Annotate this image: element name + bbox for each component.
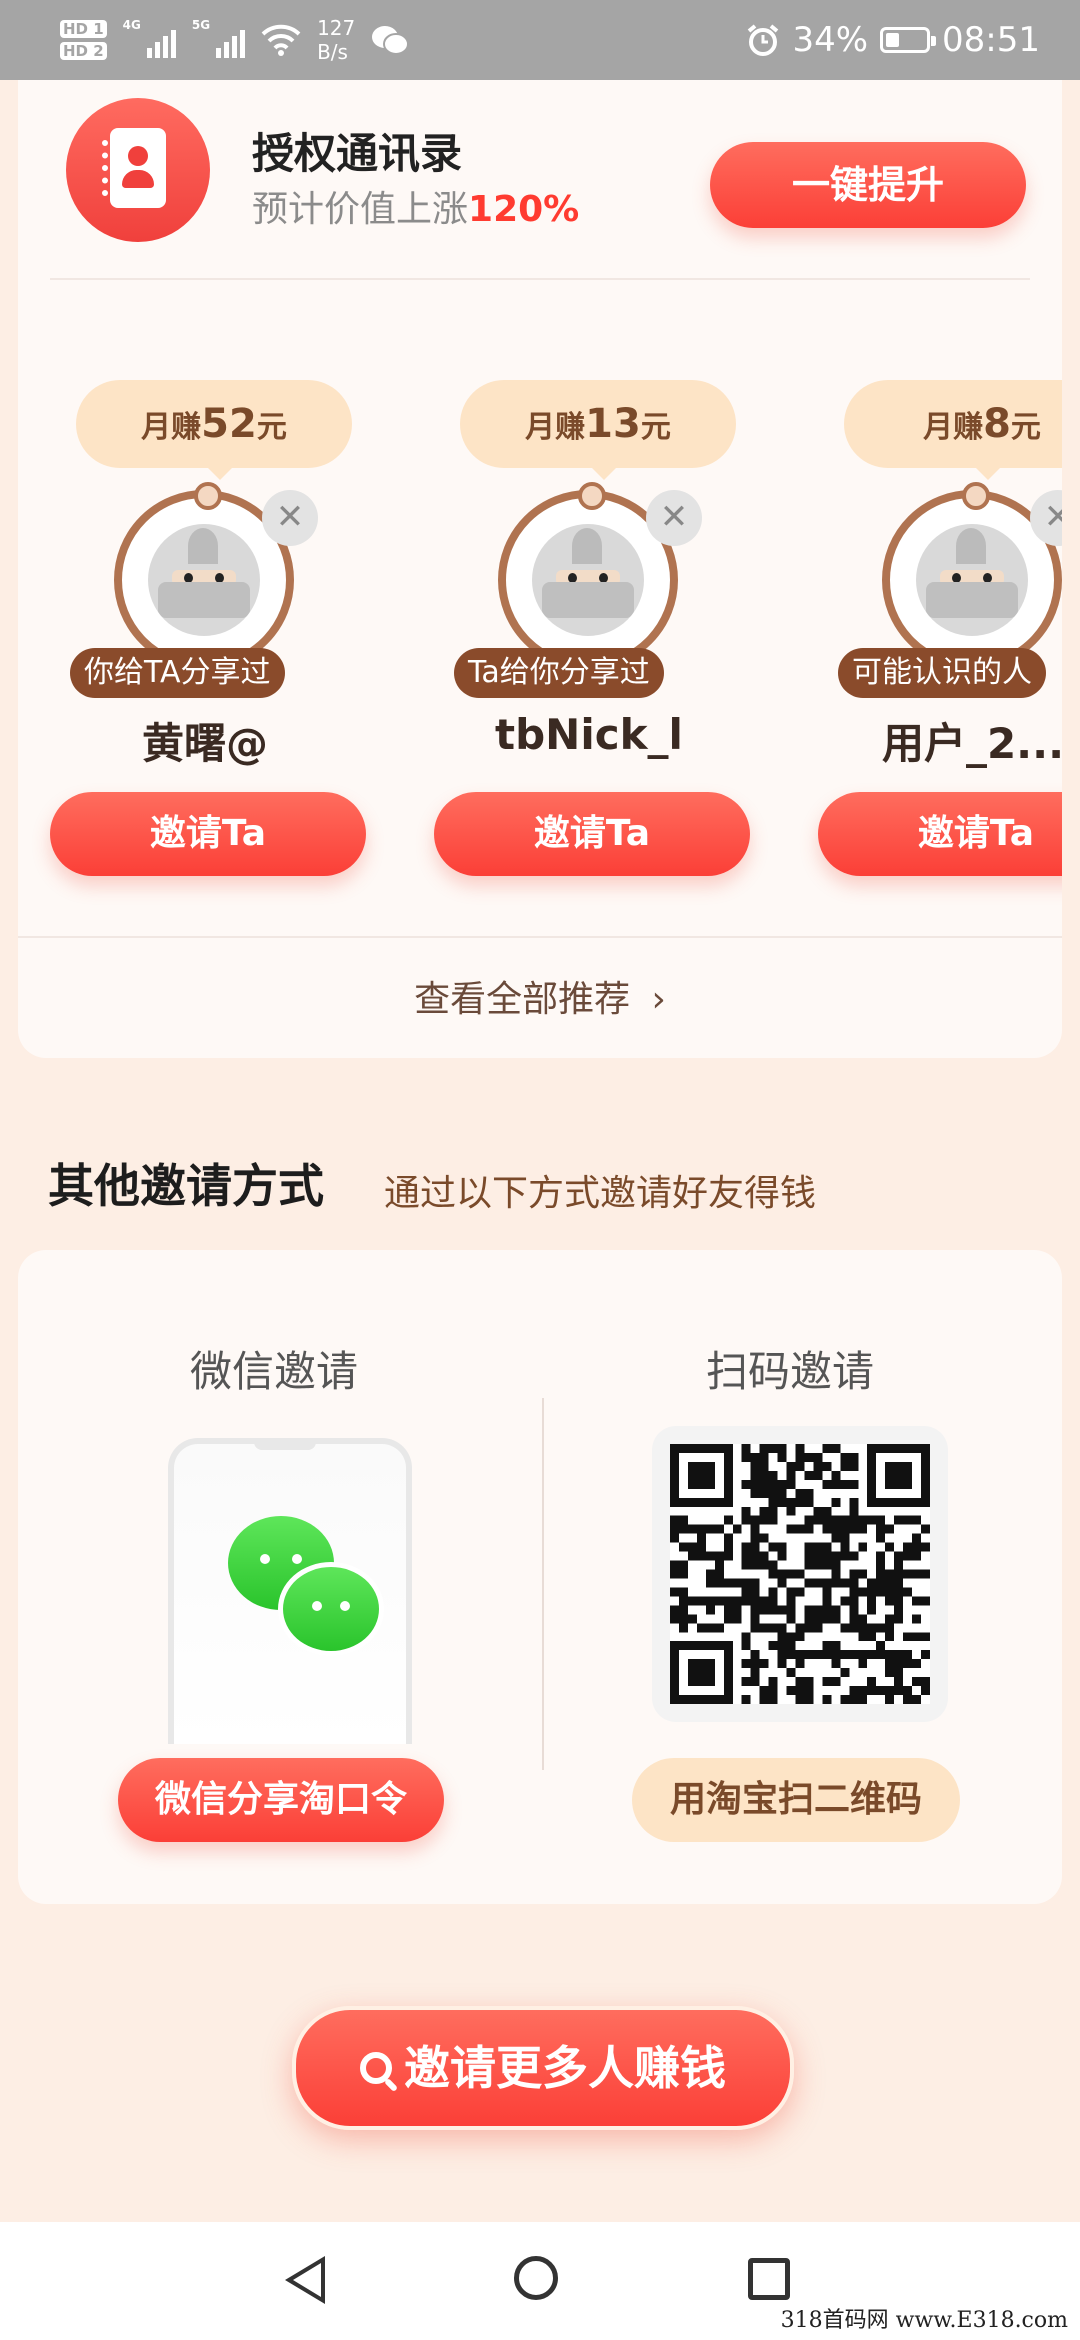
hd1-badge: HD 1	[60, 20, 107, 38]
network-speed: 127 B/s	[317, 16, 355, 64]
invite-button[interactable]: 邀请Ta	[434, 792, 750, 876]
user-name: 用户_2...	[881, 719, 1062, 768]
wechat-share-button[interactable]: 微信分享淘口令	[118, 1758, 444, 1842]
wifi-icon	[261, 24, 301, 56]
monthly-earn-badge: 月赚52元	[76, 380, 352, 480]
invite-button[interactable]: 邀请Ta	[50, 792, 366, 876]
recommend-item: 月赚52元 ✕ 你给TA分享过 黄曙@ 邀请Ta	[50, 380, 380, 950]
phone-illustration	[168, 1438, 412, 1744]
back-icon[interactable]	[285, 2256, 325, 2304]
one-click-upgrade-button[interactable]: 一键提升	[710, 142, 1026, 228]
section-subtitle: 通过以下方式邀请好友得钱	[384, 1173, 817, 1214]
recommend-item: 月赚13元 ✕ Ta给你分享过 tbNick_l 邀请Ta	[434, 380, 764, 950]
qr-code	[652, 1426, 948, 1722]
hd2-badge: HD 2	[60, 42, 107, 60]
invite-button[interactable]: 邀请Ta	[818, 792, 1062, 876]
sim-hd-indicators: HD 1 HD 2	[60, 20, 107, 60]
watermark: 318首码网 www.E318.com	[776, 2302, 1072, 2334]
invite-more-button[interactable]: 邀请更多人赚钱	[292, 2006, 794, 2130]
status-bar: HD 1 HD 2 4G 5G 127 B/s 34% 08:51	[0, 0, 1080, 80]
user-name: tbNick_l	[495, 710, 683, 759]
see-all-recommendations-link[interactable]: 查看全部推荐 ›	[18, 970, 1062, 1022]
auth-title: 授权通讯录	[252, 129, 463, 178]
clock: 08:51	[942, 20, 1040, 60]
taobao-scan-button[interactable]: 用淘宝扫二维码	[632, 1758, 960, 1842]
relation-tag: 可能认识的人	[838, 648, 1046, 698]
divider	[542, 1398, 544, 1770]
recommend-card: 授权通讯录 预计价值上涨120% 一键提升 月赚52元 ✕ 你给TA分享过 黄曙…	[18, 80, 1062, 1058]
recommend-item: 月赚8元 ✕ 可能认识的人 用户_2... 邀请Ta	[818, 380, 1062, 950]
user-name: 黄曙@	[141, 719, 268, 768]
battery-icon	[880, 27, 937, 53]
monthly-earn-badge: 月赚8元	[844, 380, 1062, 480]
recommend-list[interactable]: 月赚52元 ✕ 你给TA分享过 黄曙@ 邀请Ta 月赚13元 ✕ Ta给你分享过…	[18, 380, 1062, 970]
invite-methods-card: 微信邀请 扫码邀请 微信分享淘口令 用淘宝扫二维码	[18, 1250, 1062, 1904]
wechat-invite-title: 微信邀请	[190, 1347, 359, 1396]
signal-icon-2	[216, 22, 246, 58]
speed-value: 127	[317, 16, 356, 40]
wechat-notification-icon	[372, 26, 410, 55]
battery-percent: 34%	[792, 20, 869, 60]
divider	[50, 278, 1030, 280]
network-type-1: 4G	[122, 18, 141, 32]
value-increase: 120%	[468, 189, 580, 230]
divider	[18, 936, 1062, 938]
close-icon[interactable]: ✕	[262, 490, 318, 546]
relation-tag: 你给TA分享过	[70, 648, 285, 698]
signal-icon-1	[146, 22, 176, 58]
alarm-icon	[748, 24, 779, 56]
scan-invite-title: 扫码邀请	[706, 1347, 875, 1396]
close-icon[interactable]: ✕	[646, 490, 702, 546]
network-type-2: 5G	[191, 18, 211, 32]
recent-apps-icon[interactable]	[748, 2258, 790, 2300]
monthly-earn-badge: 月赚13元	[460, 380, 736, 480]
speed-unit: B/s	[317, 40, 348, 64]
section-title: 其他邀请方式	[48, 1159, 324, 1213]
relation-tag: Ta给你分享过	[454, 648, 664, 698]
search-icon	[360, 2051, 392, 2084]
contacts-book-icon	[66, 98, 210, 242]
home-icon[interactable]	[514, 2256, 558, 2300]
auth-subtitle: 预计价值上涨120%	[252, 189, 580, 230]
chevron-right-icon: ›	[651, 979, 666, 1020]
